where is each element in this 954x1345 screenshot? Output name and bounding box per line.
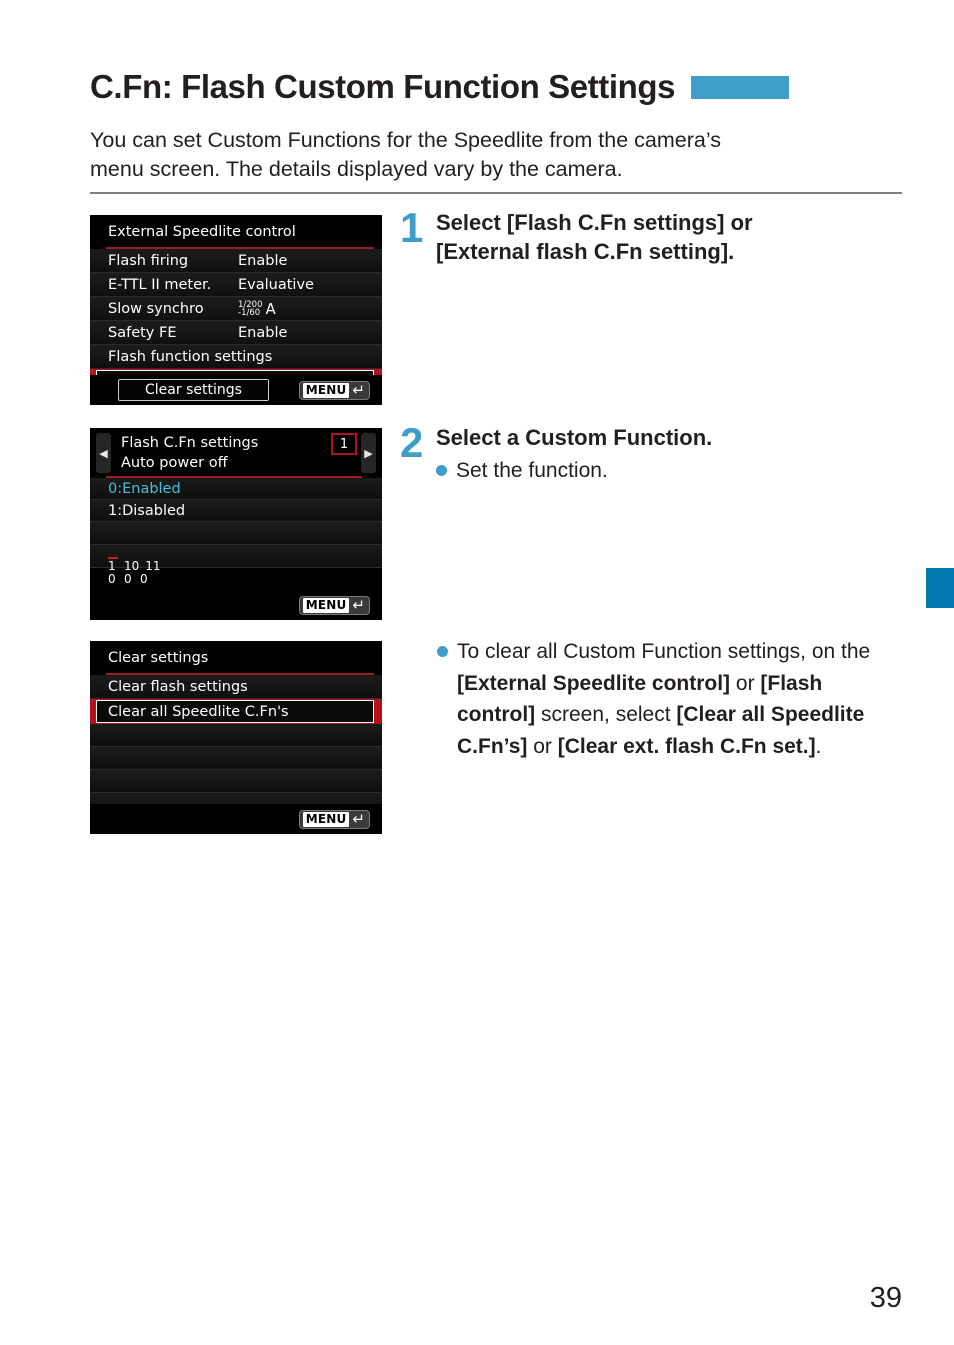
cfn-option-enabled[interactable]: 0:Enabled <box>90 478 382 500</box>
step-1: 1 Select [Flash C.Fn settings] or [Exter… <box>400 204 905 266</box>
intro-paragraph: You can set Custom Functions for the Spe… <box>90 126 902 184</box>
intro-line-1: You can set Custom Functions for the Spe… <box>90 126 902 155</box>
clear-settings-button[interactable]: Clear settings <box>118 379 269 401</box>
menu-row-label: Slow synchro <box>108 300 204 317</box>
menu-row-label: Flash firing <box>108 252 189 269</box>
note-bold-1: [External Speedlite control] <box>457 671 731 695</box>
screen2-footer: MENU ↵ <box>90 590 382 620</box>
menu-back-button[interactable]: MENU ↵ <box>298 595 370 615</box>
step-1-heading-line-2: [External flash C.Fn setting]. <box>436 239 735 264</box>
screen3-footer: MENU ↵ <box>90 804 382 834</box>
camera-screen-external-speedlite-control: External Speedlite control Flash firing … <box>90 215 382 405</box>
note-text-1: To clear all Custom Function settings, o… <box>457 640 871 663</box>
menu-button-label: MENU <box>302 811 350 827</box>
menu-row-ettl-ii-meter[interactable]: E-TTL II meter. Evaluative <box>90 273 382 297</box>
cfn-number-bottom: 0 <box>124 572 132 586</box>
note-text-5: . <box>815 734 822 758</box>
step-2: 2 Select a Custom Function. Set the func… <box>400 419 905 485</box>
screen1-title: External Speedlite control <box>108 224 296 240</box>
slow-synchro-fraction: 1/200 -1/60 <box>238 300 263 318</box>
return-arrow-icon: ↵ <box>352 380 365 399</box>
cfn-option-disabled[interactable]: 1:Disabled <box>90 500 382 522</box>
page-edge-tab-marker <box>926 568 954 608</box>
step-1-number: 1 <box>400 204 424 251</box>
step-2-heading: Select a Custom Function. <box>436 425 713 450</box>
menu-row-flash-function-settings[interactable]: Flash function settings <box>90 345 382 369</box>
menu-row-label: Flash function settings <box>108 348 273 365</box>
menu-row-label: Clear flash settings <box>108 678 248 695</box>
screen2-header-text: Flash C.Fn settings Auto power off 1 <box>111 433 361 473</box>
menu-row-safety-fe[interactable]: Safety FE Enable <box>90 321 382 345</box>
intro-line-2: menu screen. The details displayed vary … <box>90 157 623 181</box>
menu-row-label: Clear all Speedlite C.Fn's <box>96 700 374 723</box>
menu-button-label: MENU <box>302 382 350 398</box>
menu-row-value: Enable <box>238 252 288 269</box>
menu-row-value: Evaluative <box>238 276 314 293</box>
slow-synchro-denominator: -1/60 <box>238 307 261 318</box>
screen3-title: Clear settings <box>108 650 209 666</box>
menu-row-value: Enable <box>238 324 288 341</box>
return-arrow-icon: ↵ <box>352 595 365 614</box>
menu-row-label: E-TTL II meter. <box>108 276 212 293</box>
return-arrow-icon: ↵ <box>352 809 365 828</box>
menu-row-label: Safety FE <box>108 324 177 341</box>
menu-row-value: 1/200 -1/60 A <box>238 300 382 318</box>
menu-row-clear-all-speedlite-cfns[interactable]: Clear all Speedlite C.Fn's <box>90 699 382 724</box>
intro-line-1-text: You can set Custom Functions for the Spe… <box>90 128 721 152</box>
bullet-dot-icon <box>437 646 448 657</box>
menu-row-slow-synchro[interactable]: Slow synchro 1/200 -1/60 A <box>90 297 382 321</box>
page-title: C.Fn: Flash Custom Function Settings <box>90 68 676 105</box>
cfn-number-badge: 1 <box>331 433 357 455</box>
slow-synchro-value: 1/200 -1/60 A <box>238 300 382 318</box>
title-accent-bar <box>691 75 790 99</box>
step-1-heading-line-1: Select [Flash C.Fn settings] or <box>436 210 753 235</box>
cfn-option-blank-1 <box>90 522 382 545</box>
prev-arrow-icon[interactable]: ◀ <box>96 433 111 473</box>
step-2-body: Select a Custom Function. Set the functi… <box>436 423 905 485</box>
clear-settings-note-text: To clear all Custom Function settings, o… <box>457 636 905 762</box>
cfn-numbers-top: 1 10 11 <box>108 560 161 573</box>
screen2-header: ◀ Flash C.Fn settings Auto power off 1 ▶ <box>90 428 382 473</box>
note-text-4: or <box>527 734 558 758</box>
cfn-status-indicator: 1 10 11 0 0 0 <box>108 557 161 586</box>
step-2-number: 2 <box>400 419 424 466</box>
cfn-number-bottom: 0 <box>140 572 148 586</box>
screen1-footer: Clear settings MENU ↵ <box>90 375 382 405</box>
bullet-dot-icon <box>436 465 447 476</box>
note-bold-4: [Clear ext. flash C.Fn set.] <box>557 734 816 758</box>
screen2-subtitle: Auto power off <box>121 455 228 471</box>
note-text-2: or <box>730 671 761 695</box>
menu-back-button[interactable]: MENU ↵ <box>298 380 370 400</box>
cfn-numbers-bottom: 0 0 0 <box>108 573 161 586</box>
menu-row-flash-firing[interactable]: Flash firing Enable <box>90 249 382 273</box>
note-text-3: screen, select <box>535 703 677 726</box>
step-2-bullet-text: Set the function. <box>456 459 608 482</box>
page-number: 39 <box>869 1282 902 1314</box>
camera-screen-clear-settings: Clear settings Clear flash settings Clea… <box>90 641 382 834</box>
header-divider <box>90 192 902 194</box>
step-2-bullet: Set the function. <box>436 457 905 485</box>
step-1-body: Select [Flash C.Fn settings] or [Externa… <box>436 208 905 266</box>
clear-settings-blank-3 <box>90 770 382 793</box>
menu-row-clear-flash-settings[interactable]: Clear flash settings <box>90 675 382 699</box>
clear-settings-note: To clear all Custom Function settings, o… <box>437 636 905 762</box>
camera-screen-flash-cfn-settings: ◀ Flash C.Fn settings Auto power off 1 ▶… <box>90 428 382 620</box>
clear-settings-blank-1 <box>90 724 382 747</box>
cfn-number-bottom: 0 <box>108 572 116 586</box>
next-arrow-icon[interactable]: ▶ <box>361 433 376 473</box>
page-header: C.Fn: Flash Custom Function Settings <box>90 68 902 106</box>
menu-button-label: MENU <box>302 597 350 613</box>
menu-back-button[interactable]: MENU ↵ <box>298 809 370 829</box>
slow-synchro-mode: A <box>265 299 276 318</box>
screen2-title: Flash C.Fn settings <box>121 435 259 451</box>
clear-settings-blank-2 <box>90 747 382 770</box>
